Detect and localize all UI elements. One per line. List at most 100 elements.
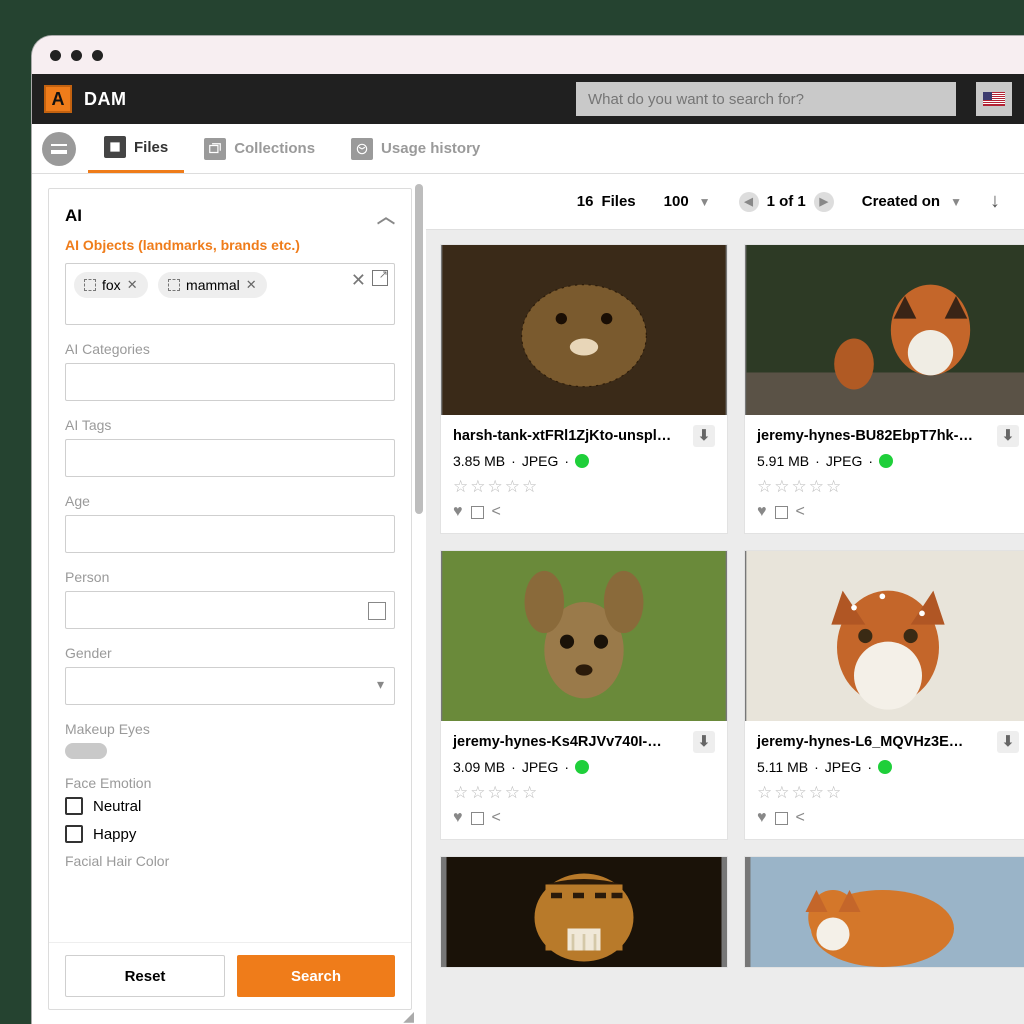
file-card[interactable]: jeremy-hynes-L6_MQVHz3E… ⬇ 5.11 MB · JPE…: [744, 550, 1024, 840]
rating-stars[interactable]: ☆☆☆☆☆: [453, 477, 715, 497]
object-icon: [168, 279, 180, 291]
search-button[interactable]: Search: [237, 955, 395, 997]
download-button[interactable]: ⬇: [693, 731, 715, 753]
tab-collections[interactable]: Collections: [188, 124, 331, 173]
file-thumbnail: [441, 551, 727, 721]
select-button[interactable]: [775, 812, 788, 825]
emotion-happy-checkbox[interactable]: Happy: [65, 825, 395, 843]
rating-stars[interactable]: ☆☆☆☆☆: [453, 783, 715, 803]
tab-label: Collections: [234, 140, 315, 157]
collections-icon: [204, 138, 226, 160]
remove-chip-icon[interactable]: ✕: [127, 277, 138, 293]
sidebar-scrollbar[interactable]: [412, 174, 426, 1024]
favorite-button[interactable]: ♥: [757, 503, 767, 521]
app-header: A DAM: [32, 74, 1024, 124]
language-selector[interactable]: [976, 82, 1012, 116]
file-card[interactable]: jeremy-hynes-Ks4RJVv740I-… ⬇ 3.09 MB · J…: [440, 550, 728, 840]
sort-direction-button[interactable]: ↓: [990, 190, 1000, 213]
window-dot[interactable]: [92, 50, 103, 61]
file-thumbnail: [745, 551, 1024, 721]
filter-chip-mammal[interactable]: mammal ✕: [158, 272, 267, 298]
file-card[interactable]: harsh-tank-xtFRl1ZjKto-unspl… ⬇ 3.85 MB …: [440, 244, 728, 534]
chevron-down-icon: ▼: [950, 195, 962, 209]
tab-label: Usage history: [381, 140, 480, 157]
person-input[interactable]: [65, 591, 395, 629]
reset-button[interactable]: Reset: [65, 955, 225, 997]
emotion-neutral-checkbox[interactable]: Neutral: [65, 797, 395, 815]
file-card[interactable]: [744, 856, 1024, 968]
rating-stars[interactable]: ☆☆☆☆☆: [757, 783, 1019, 803]
status-dot-icon: [878, 760, 892, 774]
results-toolbar: 16 Files 100 ▼ ◀ 1 of 1 ▶ Created on ▼ ↓: [426, 174, 1024, 230]
ai-tags-input[interactable]: [65, 439, 395, 477]
select-button[interactable]: [471, 506, 484, 519]
file-thumbnail: [441, 857, 727, 967]
ai-categories-input[interactable]: [65, 363, 395, 401]
tab-files[interactable]: Files: [88, 124, 184, 173]
checkbox-icon: [65, 825, 83, 843]
age-input[interactable]: [65, 515, 395, 553]
window-dot[interactable]: [50, 50, 61, 61]
file-thumbnail: [745, 245, 1024, 415]
filter-section-title: AI Objects (landmarks, brands etc.): [49, 237, 411, 263]
expand-icon[interactable]: [372, 270, 388, 286]
ai-objects-input[interactable]: ✕ fox ✕ mammal ✕: [65, 263, 395, 325]
tab-label: Files: [134, 139, 168, 156]
checkbox-label: Neutral: [93, 798, 141, 815]
file-type: JPEG: [825, 759, 862, 775]
share-button[interactable]: <: [492, 503, 501, 521]
field-label: Makeup Eyes: [65, 721, 395, 737]
share-button[interactable]: <: [492, 809, 501, 827]
favorite-button[interactable]: ♥: [757, 809, 767, 827]
gender-select[interactable]: [65, 667, 395, 705]
app-window: A DAM Files Collections Usage history AI…: [32, 36, 1024, 1024]
sort-label: Created on: [862, 193, 940, 210]
prev-page-button[interactable]: ◀: [739, 192, 759, 212]
global-search-input[interactable]: [576, 82, 956, 116]
rating-stars[interactable]: ☆☆☆☆☆: [757, 477, 1019, 497]
window-dot[interactable]: [71, 50, 82, 61]
select-button[interactable]: [775, 506, 788, 519]
image-icon: [104, 136, 126, 158]
favorite-button[interactable]: ♥: [453, 809, 463, 827]
sort-selector[interactable]: Created on ▼: [862, 193, 962, 210]
page-size-selector[interactable]: 100 ▼: [664, 193, 711, 210]
object-icon: [84, 279, 96, 291]
file-thumbnail: [441, 245, 727, 415]
field-label: AI Categories: [65, 341, 395, 357]
share-button[interactable]: <: [796, 503, 805, 521]
status-dot-icon: [879, 454, 893, 468]
file-thumbnail: [745, 857, 1024, 967]
file-card[interactable]: jeremy-hynes-BU82EbpT7hk-… ⬇ 5.91 MB · J…: [744, 244, 1024, 534]
download-button[interactable]: ⬇: [997, 731, 1019, 753]
field-label: Person: [65, 569, 395, 585]
chevron-down-icon: ▼: [699, 195, 711, 209]
next-page-button[interactable]: ▶: [814, 192, 834, 212]
makeup-eyes-toggle[interactable]: [65, 743, 107, 759]
share-button[interactable]: <: [796, 809, 805, 827]
field-label: AI Tags: [65, 417, 395, 433]
filter-panel-title: AI: [65, 206, 82, 226]
download-button[interactable]: ⬇: [997, 425, 1019, 447]
filter-chip-fox[interactable]: fox ✕: [74, 272, 148, 298]
field-label: Gender: [65, 645, 395, 661]
collapse-panel-button[interactable]: ︿: [377, 203, 395, 229]
file-card[interactable]: [440, 856, 728, 968]
select-button[interactable]: [471, 812, 484, 825]
menu-icon: [51, 144, 67, 154]
menu-button[interactable]: [42, 132, 76, 166]
clear-all-icon[interactable]: ✕: [351, 270, 366, 291]
chip-label: mammal: [186, 277, 240, 293]
tab-usage-history[interactable]: Usage history: [335, 124, 496, 173]
file-size: 5.91 MB: [757, 453, 809, 469]
filter-sidebar: AI ︿ AI Objects (landmarks, brands etc.)…: [32, 174, 412, 1024]
checkbox-label: Happy: [93, 826, 136, 843]
remove-chip-icon[interactable]: ✕: [246, 277, 257, 293]
favorite-button[interactable]: ♥: [453, 503, 463, 521]
nav-tabs: Files Collections Usage history: [32, 124, 1024, 174]
scrollbar-thumb[interactable]: [415, 184, 423, 514]
file-type: JPEG: [522, 759, 559, 775]
window-titlebar: [32, 36, 1024, 74]
download-button[interactable]: ⬇: [693, 425, 715, 447]
field-label: Face Emotion: [65, 775, 395, 791]
